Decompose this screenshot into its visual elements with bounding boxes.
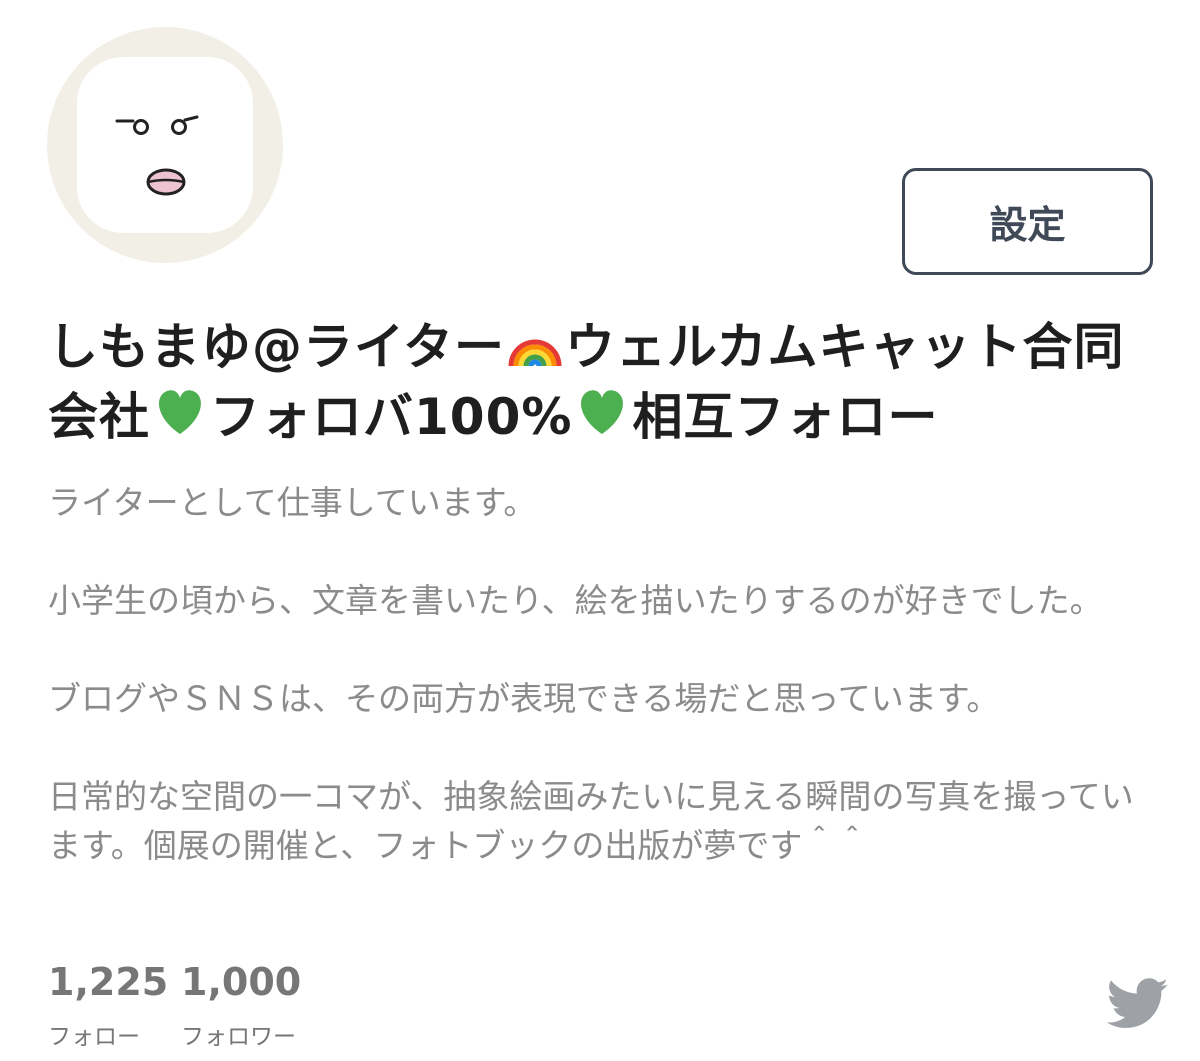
twitter-bird-icon[interactable]: [1106, 978, 1170, 1030]
avatar-face-illustration: [115, 115, 199, 196]
bio-paragraph: 小学生の頃から、文章を書いたり、絵を描いたりするのが好きでした。: [48, 581, 1103, 620]
following-stat[interactable]: 1,225 フォロー: [48, 958, 168, 1052]
bio-paragraph: 日常的な空間の一コマが、抽象絵画みたいに見える瞬間の写真を撮っています。個展の開…: [48, 777, 1134, 865]
followers-count: 1,000: [181, 960, 302, 1004]
bio-paragraph: ライターとして仕事しています。: [48, 483, 537, 522]
display-name-part-4: 相互フォロー: [632, 388, 939, 446]
followers-stat[interactable]: 1,000 フォロワー: [181, 958, 301, 1052]
bio: ライターとして仕事しています。 小学生の頃から、文章を書いたり、絵を描いたりする…: [48, 478, 1158, 870]
display-name-part-1: しもまゆ@ライター: [48, 318, 505, 376]
green-heart-icon: [581, 390, 624, 434]
avatar[interactable]: [47, 27, 283, 263]
display-name: しもまゆ@ライター ウェルカムキャット合同会社 フォロバ100% 相互フォロー: [48, 312, 1158, 452]
following-count: 1,225: [48, 960, 169, 1004]
green-heart-icon: [159, 390, 201, 434]
following-label: フォロー: [48, 1024, 140, 1050]
settings-button[interactable]: 設定: [902, 168, 1153, 275]
rainbow-icon: [508, 339, 562, 367]
followers-label: フォロワー: [181, 1024, 296, 1050]
bio-paragraph: ブログやＳＮＳは、その両方が表現できる場だと思っています。: [48, 679, 1000, 718]
display-name-part-3: フォロバ100%: [210, 388, 573, 446]
